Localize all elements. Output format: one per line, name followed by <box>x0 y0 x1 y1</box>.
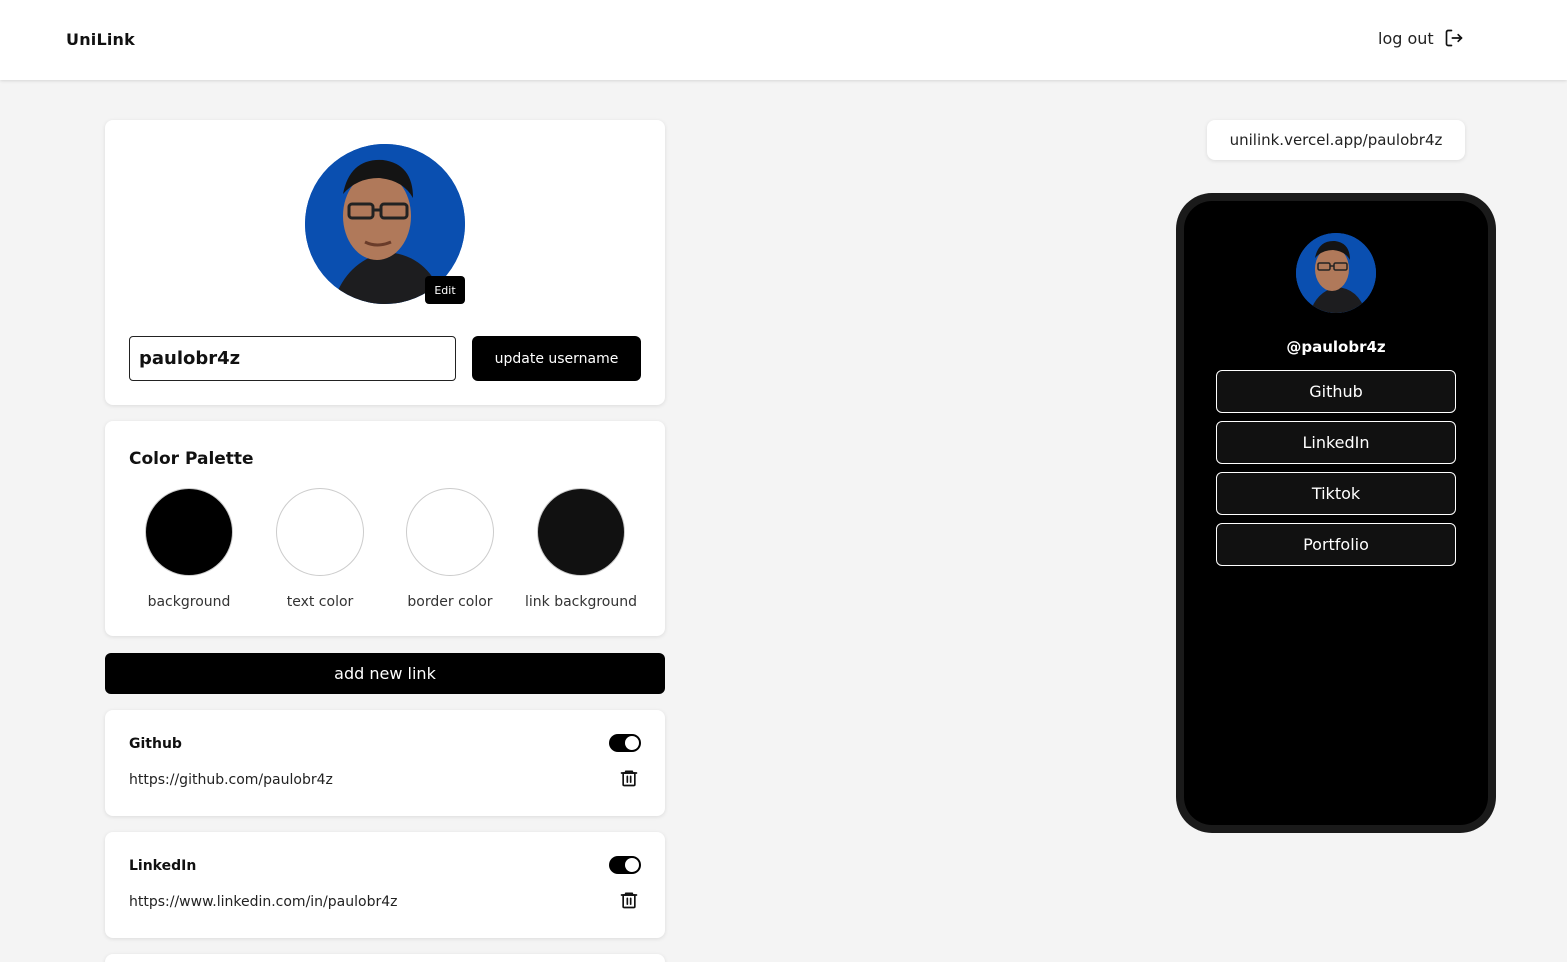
color-palette-card: Color Palette background text color bord… <box>105 421 665 636</box>
logout-button[interactable]: log out <box>1378 28 1464 48</box>
swatch-background[interactable]: background <box>124 488 254 610</box>
phone-screen: @paulobr4z Github LinkedIn Tiktok Portfo… <box>1184 201 1488 825</box>
top-bar: UniLink log out <box>0 0 1567 80</box>
preview-avatar <box>1296 233 1376 313</box>
profile-card: Edit update username <box>105 120 665 405</box>
swatch-label: border color <box>407 594 493 610</box>
swatch-circle[interactable] <box>145 488 233 576</box>
preview-link-button[interactable]: Tiktok <box>1216 472 1456 515</box>
trash-icon[interactable] <box>619 768 639 788</box>
toggle-knob <box>625 736 639 750</box>
link-visibility-toggle[interactable] <box>609 734 641 752</box>
link-card-partial <box>105 954 665 962</box>
swatch-label: link background <box>524 594 637 610</box>
swatch-circle[interactable] <box>276 488 364 576</box>
link-card-linkedin: LinkedIn https://www.linkedin.com/in/pau… <box>105 832 665 938</box>
palette-title: Color Palette <box>129 449 254 469</box>
phone-preview: @paulobr4z Github LinkedIn Tiktok Portfo… <box>1176 193 1496 833</box>
preview-link-button[interactable]: Portfolio <box>1216 523 1456 566</box>
preview-avatar-image <box>1296 233 1376 313</box>
swatch-circle[interactable] <box>406 488 494 576</box>
link-title: Github <box>129 736 182 752</box>
logout-label: log out <box>1378 28 1434 48</box>
swatch-link-background[interactable]: link background <box>516 488 646 610</box>
avatar-container: Edit <box>305 144 465 304</box>
link-card-github: Github https://github.com/paulobr4z <box>105 710 665 816</box>
username-input[interactable] <box>129 336 456 381</box>
link-visibility-toggle[interactable] <box>609 856 641 874</box>
link-title: LinkedIn <box>129 858 197 874</box>
edit-avatar-button[interactable]: Edit <box>425 276 465 304</box>
swatch-circle[interactable] <box>537 488 625 576</box>
public-url-link[interactable]: unilink.vercel.app/paulobr4z <box>1207 120 1465 160</box>
toggle-knob <box>625 858 639 872</box>
preview-handle: @paulobr4z <box>1286 338 1386 356</box>
link-url: https://github.com/paulobr4z <box>129 772 333 788</box>
preview-link-button[interactable]: LinkedIn <box>1216 421 1456 464</box>
link-url: https://www.linkedin.com/in/paulobr4z <box>129 894 398 910</box>
swatch-text-color[interactable]: text color <box>255 488 385 610</box>
brand-logo[interactable]: UniLink <box>66 30 135 49</box>
swatch-label: background <box>147 594 231 610</box>
add-new-link-button[interactable]: add new link <box>105 653 665 694</box>
logout-icon <box>1445 29 1463 47</box>
swatch-border-color[interactable]: border color <box>385 488 515 610</box>
update-username-button[interactable]: update username <box>472 336 641 381</box>
trash-icon[interactable] <box>619 890 639 910</box>
preview-link-button[interactable]: Github <box>1216 370 1456 413</box>
swatch-label: text color <box>286 594 354 610</box>
